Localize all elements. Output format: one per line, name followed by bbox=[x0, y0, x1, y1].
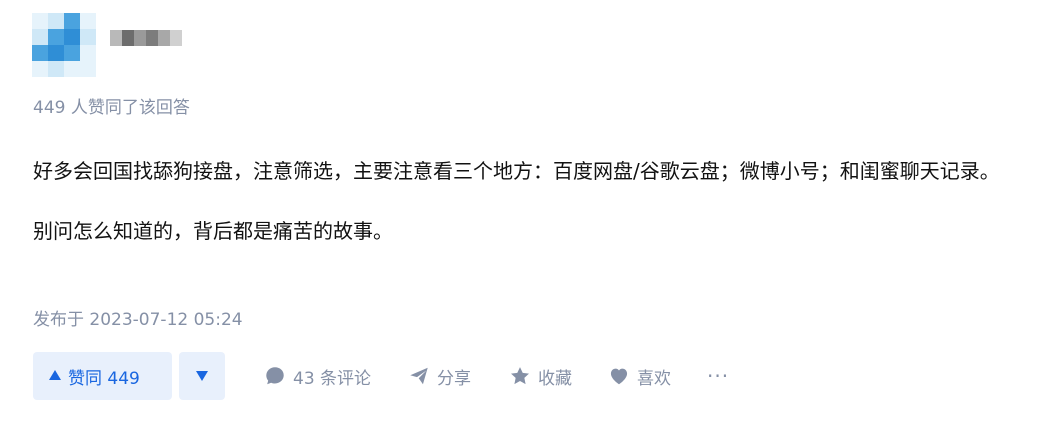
name-pixel bbox=[122, 30, 134, 46]
avatar-pixel bbox=[48, 13, 64, 29]
avatar-pixel bbox=[32, 61, 48, 77]
answer-paragraph: 好多会回国找舔狗接盘，注意筛选，主要注意看三个地方：百度网盘/谷歌云盘；微博小号… bbox=[33, 159, 1000, 183]
share-icon bbox=[410, 367, 428, 385]
star-icon bbox=[511, 367, 530, 385]
avatar-pixel bbox=[32, 29, 48, 45]
name-pixel bbox=[170, 30, 182, 46]
avatar-pixel bbox=[48, 45, 64, 61]
share-button[interactable]: 分享 bbox=[408, 352, 471, 400]
action-bar: 赞同 449 43 条评论 分享 收藏 喜欢 ··· bbox=[33, 351, 729, 401]
author-name-blurred[interactable] bbox=[110, 30, 182, 46]
answer-paragraph: 别问怎么知道的，背后都是痛苦的故事。 bbox=[33, 219, 393, 243]
name-pixel bbox=[134, 30, 146, 46]
answer-card: 449 人赞同了该回答 好多会回国找舔狗接盘，注意筛选，主要注意看三个地方：百度… bbox=[0, 0, 1039, 421]
downvote-button[interactable] bbox=[179, 352, 225, 400]
comment-label: 43 条评论 bbox=[293, 368, 372, 389]
vote-summary: 449 人赞同了该回答 bbox=[33, 98, 190, 118]
avatar-pixel bbox=[32, 13, 48, 29]
answer-content: 好多会回国找舔狗接盘，注意筛选，主要注意看三个地方：百度网盘/谷歌云盘；微博小号… bbox=[33, 156, 1023, 246]
like-label: 喜欢 bbox=[637, 368, 672, 389]
comment-icon bbox=[266, 367, 284, 385]
triangle-up-icon bbox=[49, 370, 61, 380]
upvote-label: 赞同 449 bbox=[68, 368, 140, 389]
avatar-pixel bbox=[48, 29, 64, 45]
avatar-pixel bbox=[64, 61, 80, 77]
publish-time[interactable]: 发布于 2023-07-12 05:24 bbox=[33, 306, 243, 334]
upvote-button[interactable]: 赞同 449 bbox=[33, 352, 172, 400]
like-button[interactable]: 喜欢 bbox=[608, 352, 671, 400]
avatar-pixel bbox=[80, 29, 96, 45]
avatar-pixel bbox=[64, 13, 80, 29]
avatar-pixel bbox=[64, 45, 80, 61]
more-icon: ··· bbox=[707, 364, 730, 388]
more-button[interactable]: ··· bbox=[707, 352, 729, 400]
avatar-pixel bbox=[80, 61, 96, 77]
comment-button[interactable]: 43 条评论 bbox=[264, 352, 371, 400]
name-pixel bbox=[110, 30, 122, 46]
heart-icon bbox=[610, 368, 628, 385]
author-avatar[interactable] bbox=[32, 13, 96, 77]
name-pixel bbox=[146, 30, 158, 46]
avatar-pixel bbox=[80, 13, 96, 29]
author-info bbox=[32, 10, 182, 80]
collect-label: 收藏 bbox=[538, 368, 573, 389]
triangle-down-icon bbox=[196, 371, 208, 381]
share-label: 分享 bbox=[437, 368, 472, 389]
name-pixel bbox=[158, 30, 170, 46]
avatar-pixel bbox=[64, 29, 80, 45]
collect-button[interactable]: 收藏 bbox=[509, 352, 572, 400]
avatar-pixel bbox=[48, 61, 64, 77]
avatar-pixel bbox=[80, 45, 96, 61]
avatar-pixel bbox=[32, 45, 48, 61]
